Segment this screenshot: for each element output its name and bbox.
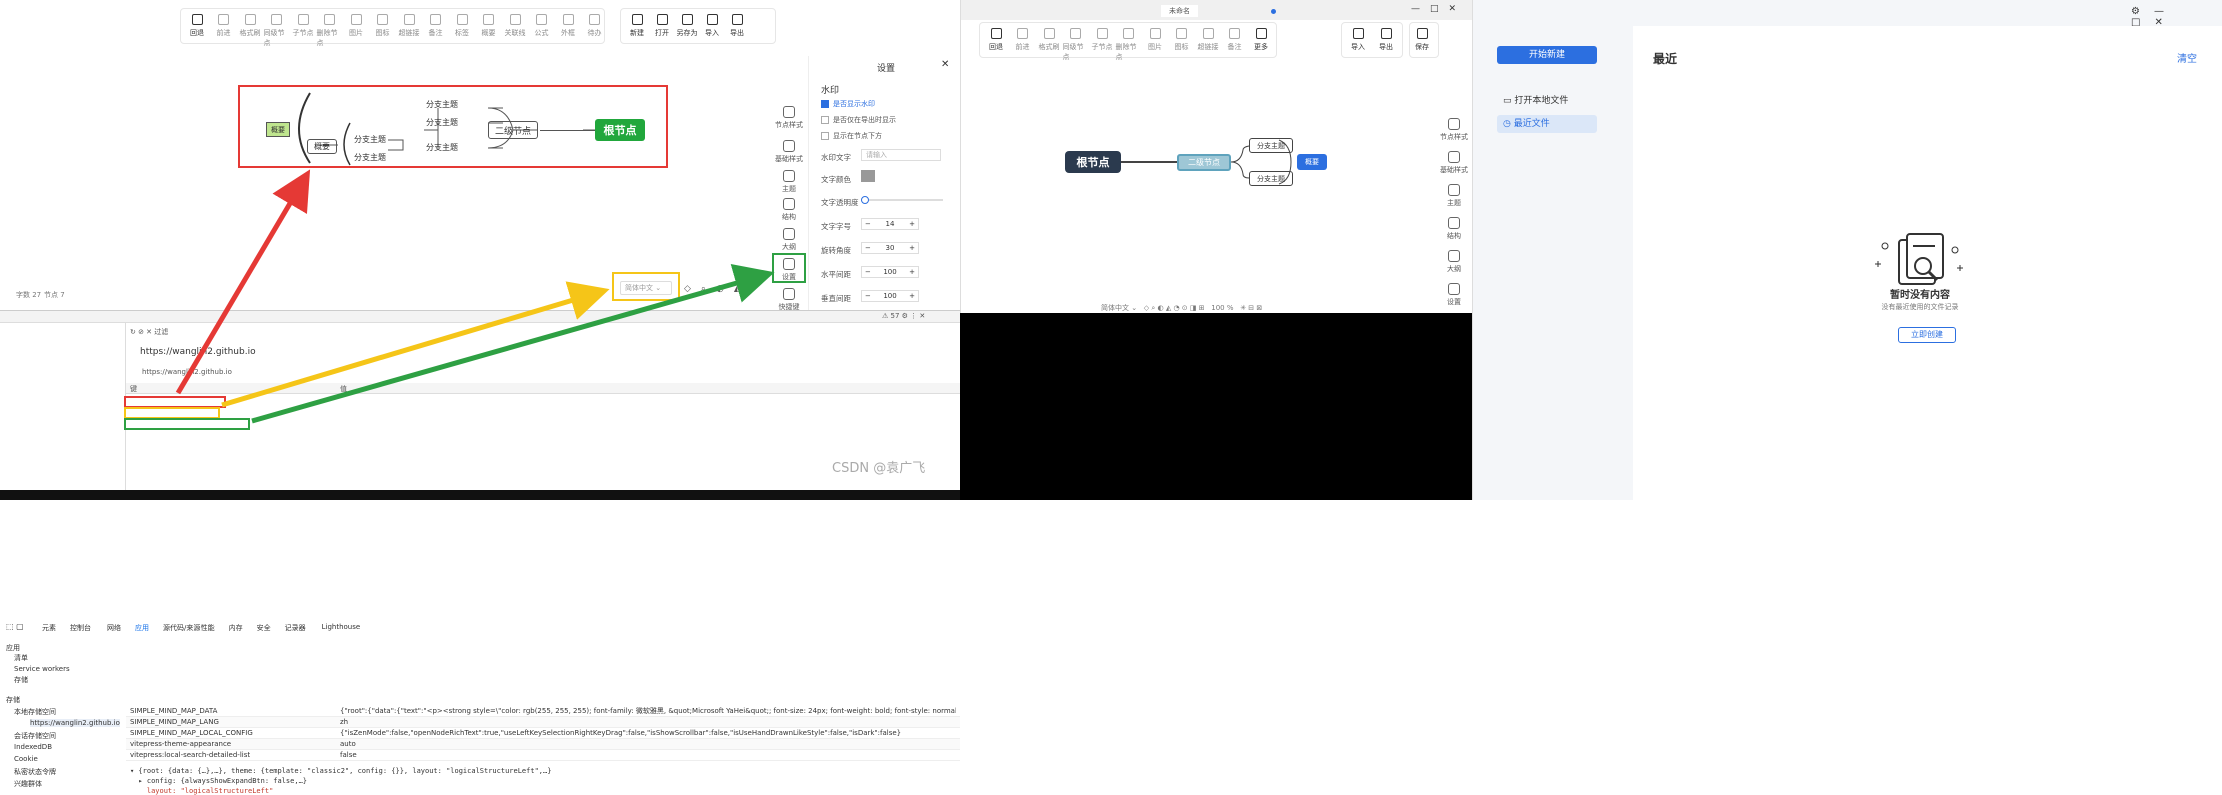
devtools-tab-6[interactable]: 内存 (229, 623, 243, 633)
panel-3: ⚙—□✕ 开始新建 ▭ 打开本地文件 ◷ 最近文件 最近 清空 暂时没有内容 没… (1472, 0, 2222, 500)
p2-statusbar: 简体中文 ⌄ ◇ ⌕ ◐ ◭ ◔ ⊙ ◨ ⊞ 100 % ✳ ⊟ ⊠ (1101, 304, 1263, 312)
table-row[interactable]: vitepress:local-search-detailed-list fals… (126, 750, 960, 761)
p2-root-node[interactable]: 根节点 (1065, 151, 1121, 173)
p2-zoom: 100 % (1211, 304, 1234, 312)
p2-sidebar-item-1[interactable]: 基础样式 (1437, 151, 1471, 175)
open-local-label: 打开本地文件 (1514, 96, 1569, 106)
recent-files-label: 最近文件 (1513, 119, 1550, 129)
sidebar-icon (1448, 217, 1460, 229)
sidebar-icon (1448, 283, 1460, 295)
devtools-inspect-icon[interactable]: ⬚ ▢ (6, 622, 24, 631)
p2-sidebar-item-4[interactable]: 大纲 (1437, 250, 1471, 274)
p2-branch-2[interactable]: 分支主题 (1249, 171, 1293, 186)
storage-item-4[interactable]: IndexedDB (14, 743, 52, 751)
new-file-button[interactable]: 开始新建 (1497, 46, 1597, 64)
sidebar-icon (1448, 151, 1460, 163)
storage-item-5[interactable]: Cookie (14, 755, 38, 763)
storage-item-0[interactable]: 存储 (6, 695, 20, 705)
empty-title: 暂时没有内容 (1890, 290, 1950, 301)
row-value: zh (340, 718, 349, 726)
row-key: vitepress:local-search-detailed-list (130, 751, 251, 759)
p2-sidebar-item-3[interactable]: 结构 (1437, 217, 1471, 241)
annotation-arrows (175, 169, 775, 424)
sidebar-label: 基础样式 (1440, 166, 1468, 174)
p3-main: 最近 清空 暂时没有内容 没有最近使用的文件记录 立即创建 (1633, 26, 2222, 500)
devtools-tab-8[interactable]: 记录器 (285, 623, 306, 633)
p2-sidebar-item-0[interactable]: 节点样式 (1437, 118, 1471, 142)
sidebar-icon (1448, 250, 1460, 262)
row-key: SIMPLE_MIND_MAP_DATA (130, 707, 218, 715)
json-tree-line: ▾ {root: {data: {…},…}, theme: {template… (130, 767, 552, 775)
sidebar-icon (1448, 184, 1460, 196)
sidebar-label: 主题 (1447, 199, 1461, 207)
open-local-item[interactable]: ▭ 打开本地文件 (1503, 93, 1568, 106)
sidebar-label: 节点样式 (1440, 133, 1468, 141)
p2-lang[interactable]: 简体中文 (1101, 304, 1129, 312)
arrow-green (251, 263, 775, 424)
storage-item-6[interactable]: 私密状态令牌 (14, 767, 56, 777)
storage-item-7[interactable]: 兴趣群体 (14, 779, 42, 789)
devtools-tab-7[interactable]: 安全 (257, 623, 271, 633)
storage-item-1[interactable]: 本地存储空间 (14, 707, 56, 717)
devtools-tab-5[interactable]: 性能 (201, 623, 215, 633)
p2-sidebar-item-2[interactable]: 主题 (1437, 184, 1471, 208)
row-key: vitepress-theme-appearance (130, 740, 232, 748)
clock-icon: ◷ (1503, 119, 1511, 129)
devtools-tab-0[interactable]: 元素 (42, 623, 56, 633)
row-key: SIMPLE_MIND_MAP_LOCAL_CONFIG (130, 729, 253, 737)
devtools-tab-3[interactable]: 应用 (135, 623, 149, 633)
sidebar-label: 大纲 (1447, 265, 1461, 273)
row-value: {"isZenMode":false,"openNodeRichText":tr… (340, 729, 902, 737)
recent-files-item[interactable]: ◷ 最近文件 (1497, 115, 1597, 133)
p2-summary-node[interactable]: 概要 (1297, 154, 1327, 170)
app-item-3[interactable]: 存储 (14, 675, 28, 685)
panel-2: 未命名 —□✕ 回退 前进 格式刷 同级节点 子节点 删除节点 图片 图标 超链接 备注 更多 导入导… (960, 0, 1473, 313)
table-row[interactable]: vitepress-theme-appearance auto (126, 739, 960, 750)
devtools-tab-2[interactable]: 网络 (107, 623, 121, 633)
storage-item-2[interactable]: https://wanglin2.github.io (30, 719, 120, 727)
app-item-2[interactable]: Service workers (14, 665, 70, 673)
row-value: auto (340, 740, 356, 748)
folder-icon: ▭ (1503, 96, 1512, 106)
clear-link[interactable]: 清空 (2177, 50, 2197, 65)
sidebar-label: 结构 (1447, 232, 1461, 240)
json-tree-line: layout: "logicalStructureLeft" (130, 787, 274, 795)
panel-1: 回退 前进 格式刷 同级节点 子节点 删除节点 图片 图标 超链接 备注 标签 概要 关联线 公式 外框 待办… (0, 0, 960, 795)
json-tree-line: ▸ config: {alwaysShowExpandBtn: false,…} (130, 777, 308, 785)
p3-titlebar-icons[interactable]: ⚙—□✕ (2131, 6, 2222, 28)
app-item-0[interactable]: 应用 (6, 643, 20, 653)
arrow-yellow (221, 281, 610, 408)
black-area-p2 (960, 313, 1472, 500)
empty-desc: 没有最近使用的文件记录 (1881, 303, 1959, 311)
row-key: SIMPLE_MIND_MAP_LANG (130, 718, 219, 726)
row-value: {"root":{"data":{"text":"<p><strong styl… (340, 707, 956, 715)
black-strip-p1 (0, 490, 960, 500)
devtools-tab-1[interactable]: 控制台 (70, 623, 91, 633)
p3-left-panel: 开始新建 ▭ 打开本地文件 ◷ 最近文件 (1473, 26, 1633, 500)
table-row[interactable]: SIMPLE_MIND_MAP_LOCAL_CONFIG {"isZenMode"… (126, 728, 960, 739)
storage-item-3[interactable]: 会话存储空间 (14, 731, 56, 741)
devtools-tab-9[interactable]: Lighthouse (322, 623, 361, 631)
p2-sidebar-item-5[interactable]: 设置 (1437, 283, 1471, 307)
arrow-red (175, 169, 311, 395)
recent-header: 最近 (1653, 52, 1678, 66)
table-row[interactable]: SIMPLE_MIND_MAP_LANG zh (126, 717, 960, 728)
row-value: false (340, 751, 357, 759)
p2-branch-1[interactable]: 分支主题 (1249, 138, 1293, 153)
p2-level2-node[interactable]: 二级节点 (1177, 154, 1231, 171)
create-now-button[interactable]: 立即创建 (1898, 327, 1956, 343)
devtools-tab-4[interactable]: 源代码/来源 (163, 623, 200, 633)
table-row[interactable]: SIMPLE_MIND_MAP_DATA {"root":{"data":{"te… (126, 706, 960, 717)
app-item-1[interactable]: 清单 (14, 653, 28, 663)
sidebar-icon (1448, 118, 1460, 130)
sidebar-label: 设置 (1447, 298, 1461, 306)
